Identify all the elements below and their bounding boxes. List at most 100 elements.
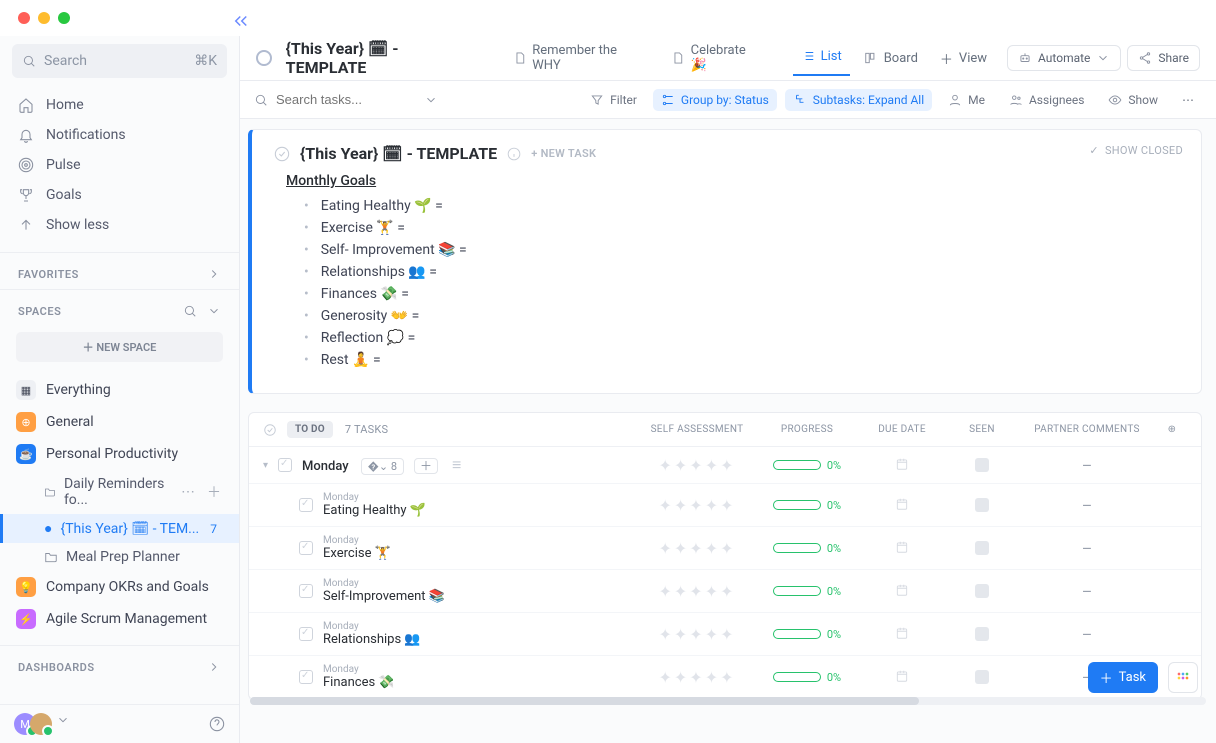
add-subtask[interactable]: ＋ — [414, 458, 438, 474]
col-progress[interactable]: PROGRESS — [757, 424, 857, 435]
task-row[interactable]: Monday Eating Healthy 🌱 ✦✦✦✦✦ 0% – — [249, 484, 1201, 527]
self-assessment[interactable]: ✦✦✦✦✦ — [637, 539, 757, 558]
window-min[interactable] — [38, 12, 50, 24]
space-personal[interactable]: ☕Personal Productivity — [0, 438, 239, 470]
col-partner[interactable]: PARTNER COMMENTS — [1017, 424, 1157, 435]
due-date[interactable] — [857, 625, 947, 644]
show-closed-toggle[interactable]: ✓ SHOW CLOSED — [1089, 144, 1183, 157]
horizontal-scrollbar[interactable] — [250, 697, 1206, 705]
nav-home[interactable]: Home — [0, 90, 239, 120]
progress[interactable]: 0% — [757, 499, 857, 512]
plus-icon[interactable]: ＋ — [207, 482, 221, 502]
nav-notifications[interactable]: Notifications — [0, 120, 239, 150]
folder-daily[interactable]: Daily Reminders fo... ⋯ ＋ — [0, 470, 239, 514]
nav-pulse[interactable]: Pulse — [0, 150, 239, 180]
more-menu[interactable]: ⋯ — [1174, 89, 1202, 111]
subtask-count[interactable]: �⌄ 8 — [361, 458, 404, 475]
nav-showless[interactable]: Show less — [0, 210, 239, 240]
self-assessment[interactable]: ✦✦✦✦✦ — [637, 456, 757, 475]
new-task-fab[interactable]: ＋Task — [1088, 662, 1158, 693]
chevron-down-icon[interactable] — [424, 93, 438, 107]
self-assessment[interactable]: ✦✦✦✦✦ — [637, 582, 757, 601]
doc-remember[interactable]: Remember the WHY — [503, 37, 655, 79]
favorites-header[interactable]: FAVORITES — [0, 253, 239, 289]
chevron-down-icon[interactable] — [56, 713, 70, 727]
status-chip[interactable]: TO DO — [287, 421, 333, 438]
task-checkbox[interactable] — [299, 627, 313, 641]
col-duedate[interactable]: DUE DATE — [857, 424, 947, 435]
more-icon[interactable]: ⋯ — [181, 484, 195, 500]
partner-comments[interactable]: – — [1017, 496, 1157, 515]
self-assessment[interactable]: ✦✦✦✦✦ — [637, 668, 757, 687]
view-board[interactable]: Board — [856, 43, 926, 74]
task-checkbox[interactable] — [278, 458, 292, 472]
list-this-year[interactable]: ● {This Year} 🗓 - TEM... 7 — [0, 514, 239, 543]
seen-checkbox[interactable] — [947, 627, 1017, 641]
me-button[interactable]: Me — [940, 89, 993, 111]
due-date[interactable] — [857, 496, 947, 515]
seen-checkbox[interactable] — [947, 498, 1017, 512]
partner-comments[interactable]: – — [1017, 582, 1157, 601]
progress[interactable]: 0% — [757, 585, 857, 598]
task-row[interactable]: Monday Self-Improvement 📚 ✦✦✦✦✦ 0% – — [249, 570, 1201, 613]
col-seen[interactable]: SEEN — [947, 424, 1017, 435]
task-checkbox[interactable] — [299, 584, 313, 598]
space-agile[interactable]: ⚡Agile Scrum Management — [0, 603, 239, 635]
chevron-down-icon[interactable] — [207, 304, 221, 318]
partner-comments[interactable]: – — [1017, 456, 1157, 475]
global-search[interactable]: Search ⌘K — [12, 44, 227, 78]
self-assessment[interactable]: ✦✦✦✦✦ — [637, 496, 757, 515]
filter-button[interactable]: Filter — [582, 89, 645, 111]
progress[interactable]: 0% — [757, 459, 857, 472]
window-max[interactable] — [58, 12, 70, 24]
space-everything[interactable]: ▦Everything — [0, 374, 239, 406]
progress[interactable]: 0% — [757, 542, 857, 555]
nav-goals[interactable]: Goals — [0, 180, 239, 210]
info-icon[interactable] — [507, 147, 521, 161]
task-row[interactable]: ▾ Monday �⌄ 8 ＋ ≡ ✦✦✦✦✦ 0% – — [249, 447, 1201, 484]
folder-meal[interactable]: Meal Prep Planner — [0, 543, 239, 571]
dashboards-header[interactable]: DASHBOARDS — [0, 645, 239, 682]
task-checkbox[interactable] — [299, 541, 313, 555]
assignees-button[interactable]: Assignees — [1001, 89, 1092, 111]
due-date[interactable] — [857, 582, 947, 601]
add-column[interactable]: ⊕ — [1157, 424, 1187, 435]
space-okrs[interactable]: 💡Company OKRs and Goals — [0, 571, 239, 603]
user-avatar[interactable] — [30, 713, 52, 735]
seen-checkbox[interactable] — [947, 670, 1017, 684]
task-checkbox[interactable] — [299, 670, 313, 684]
groupby-button[interactable]: Group by: Status — [653, 89, 777, 111]
collapse-sidebar-icon[interactable] — [232, 12, 250, 30]
window-close[interactable] — [18, 12, 30, 24]
seen-checkbox[interactable] — [947, 458, 1017, 472]
desc-icon[interactable]: ≡ — [452, 455, 461, 474]
seen-checkbox[interactable] — [947, 584, 1017, 598]
subtasks-button[interactable]: Subtasks: Expand All — [785, 89, 932, 111]
task-row[interactable]: Monday Relationships 👥 ✦✦✦✦✦ 0% – — [249, 613, 1201, 656]
space-general[interactable]: ⊕General — [0, 406, 239, 438]
view-list[interactable]: List — [793, 41, 850, 76]
due-date[interactable] — [857, 539, 947, 558]
task-search-input[interactable] — [276, 92, 416, 107]
partner-comments[interactable]: – — [1017, 625, 1157, 644]
col-assessment[interactable]: SELF ASSESSMENT — [637, 424, 757, 435]
share-button[interactable]: Share — [1127, 45, 1200, 71]
seen-checkbox[interactable] — [947, 541, 1017, 555]
search-icon[interactable] — [183, 304, 197, 318]
task-checkbox[interactable] — [299, 498, 313, 512]
new-space-button[interactable]: ＋ NEW SPACE — [16, 332, 223, 362]
automate-button[interactable]: Automate — [1007, 45, 1121, 71]
progress[interactable]: 0% — [757, 628, 857, 641]
show-button[interactable]: Show — [1100, 89, 1166, 111]
check-circle-icon[interactable] — [263, 423, 277, 437]
new-task-link[interactable]: + NEW TASK — [531, 147, 596, 160]
apps-fab[interactable] — [1168, 662, 1198, 693]
task-row[interactable]: Monday Exercise 🏋️ ✦✦✦✦✦ 0% – — [249, 527, 1201, 570]
doc-celebrate[interactable]: Celebrate 🎉 — [661, 37, 773, 79]
description-body[interactable]: Monthly Goals Eating Healthy 🌱 =Exercise… — [274, 163, 1179, 371]
add-view[interactable]: ＋ View — [932, 41, 995, 76]
content-scroll[interactable]: {This Year} 🗓 - TEMPLATE + NEW TASK ✓ SH… — [240, 119, 1216, 743]
due-date[interactable] — [857, 668, 947, 687]
task-row[interactable]: Monday Finances 💸 ✦✦✦✦✦ 0% – — [249, 656, 1201, 699]
help-icon[interactable] — [209, 716, 225, 732]
